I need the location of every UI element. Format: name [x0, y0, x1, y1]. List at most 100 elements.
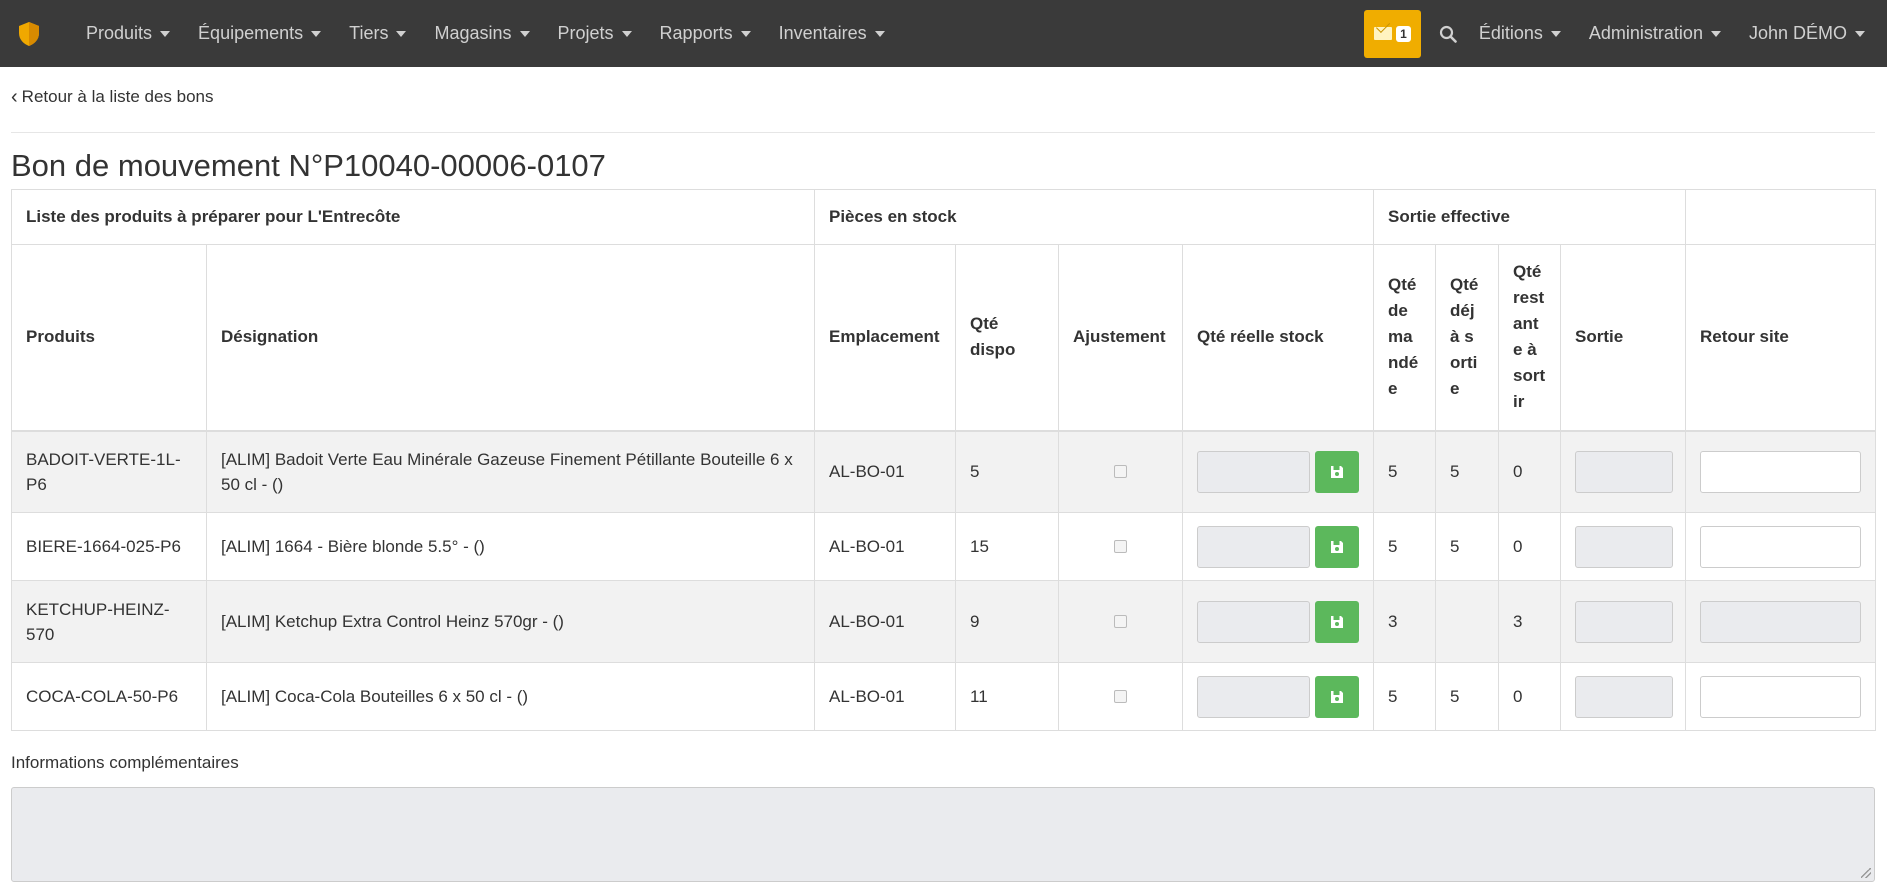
menu-administration[interactable]: Administration: [1575, 0, 1735, 67]
menu-label: Tiers: [349, 23, 389, 43]
menu-label: Administration: [1588, 23, 1703, 43]
retour-site-input[interactable]: [1700, 675, 1862, 718]
menu-editions[interactable]: Éditions: [1465, 0, 1575, 67]
cell-ajustement: [1058, 580, 1183, 663]
save-button[interactable]: [1314, 450, 1360, 493]
table-row: COCA-COLA-50-P6 [ALIM] Coca-Cola Bouteil…: [11, 662, 1877, 731]
cell-ajustement: [1058, 662, 1183, 731]
retour-site-input[interactable]: [1700, 450, 1862, 493]
menu-magasins[interactable]: Magasins: [420, 0, 543, 67]
col-qte-reelle-stock: Qté réelle stock: [1181, 244, 1375, 432]
info-label: Informations complémentaires: [11, 753, 239, 772]
save-button[interactable]: [1314, 675, 1360, 718]
floppy-disk-icon: [1330, 465, 1343, 478]
caret-down-icon: [519, 30, 530, 37]
ajustement-checkbox[interactable]: [1114, 615, 1127, 628]
floppy-disk-icon: [1330, 615, 1343, 628]
menu-projets[interactable]: Projets: [544, 0, 646, 67]
caret-down-icon: [740, 30, 751, 37]
notifications-button[interactable]: 1: [1364, 9, 1421, 58]
menu-equipements[interactable]: Équipements: [184, 0, 335, 67]
search-icon[interactable]: [1435, 25, 1465, 43]
group-header-products: Liste des produits à préparer pour L'Ent…: [11, 189, 815, 245]
cell-designation: [ALIM] Badoit Verte Eau Minérale Gazeuse…: [206, 430, 815, 513]
cell-qte-restante: 0: [1498, 662, 1562, 731]
app-logo-shield-icon[interactable]: [14, 19, 44, 49]
main-menu: Produits Équipements Tiers Magasins Proj…: [72, 0, 899, 67]
retour-site-input[interactable]: [1700, 600, 1862, 643]
menu-rapports[interactable]: Rapports: [646, 0, 765, 67]
cell-sortie: [1560, 512, 1687, 581]
menu-produits[interactable]: Produits: [72, 0, 184, 67]
group-header-extra: [1685, 189, 1877, 245]
notification-badge: 1: [1396, 25, 1411, 42]
cell-qte-demandee: 3: [1373, 580, 1437, 663]
cell-qte-restante: 3: [1498, 580, 1562, 663]
cell-designation: [ALIM] Coca-Cola Bouteilles 6 x 50 cl - …: [206, 662, 815, 731]
sortie-input[interactable]: [1575, 600, 1674, 643]
caret-down-icon: [874, 30, 885, 37]
menu-label: Produits: [86, 23, 153, 43]
retour-site-input[interactable]: [1700, 525, 1862, 568]
cell-sortie: [1560, 580, 1687, 663]
back-link-label: Retour à la liste des bons: [21, 87, 214, 106]
col-designation: Désignation: [206, 244, 815, 432]
menu-user[interactable]: John DÉMO: [1735, 0, 1887, 67]
page-title: Bon de mouvement N°P10040-00006-0107: [11, 148, 606, 183]
cell-produit: KETCHUP-HEINZ-570: [11, 580, 207, 663]
cell-emplacement: AL-BO-01: [814, 512, 956, 581]
cell-retour-site: [1685, 430, 1877, 513]
sortie-input[interactable]: [1575, 675, 1674, 718]
qte-reelle-input[interactable]: [1197, 675, 1310, 718]
cell-qte-deja-sortie: 5: [1435, 430, 1500, 513]
qte-reelle-input[interactable]: [1197, 600, 1310, 643]
menu-label: Inventaires: [778, 23, 867, 43]
chevron-left-icon: ‹: [11, 86, 18, 108]
ajustement-checkbox[interactable]: [1114, 465, 1127, 479]
ajustement-checkbox[interactable]: [1114, 540, 1127, 553]
save-button[interactable]: [1314, 525, 1360, 568]
cell-qte-restante: 0: [1498, 512, 1562, 581]
menu-label: Rapports: [659, 23, 733, 43]
cell-designation: [ALIM] 1664 - Bière blonde 5.5° - (): [206, 512, 815, 581]
info-textarea[interactable]: [11, 787, 1875, 882]
group-header-exit: Sortie effective: [1373, 189, 1687, 245]
products-table: Liste des produits à préparer pour L'Ent…: [11, 189, 1877, 731]
sortie-input[interactable]: [1575, 525, 1674, 568]
qte-reelle-input[interactable]: [1197, 525, 1310, 568]
menu-inventaires[interactable]: Inventaires: [765, 0, 899, 67]
top-navbar: Produits Équipements Tiers Magasins Proj…: [0, 0, 1887, 67]
cell-qte-deja-sortie: 5: [1435, 512, 1500, 581]
caret-down-icon: [160, 30, 171, 37]
save-button[interactable]: [1314, 600, 1360, 643]
back-to-list-link[interactable]: ‹ Retour à la liste des bons: [11, 67, 1875, 127]
sortie-input[interactable]: [1575, 450, 1674, 493]
cell-qte-reelle: [1181, 580, 1375, 663]
caret-down-icon: [311, 30, 322, 37]
cell-qte-deja-sortie: 5: [1435, 662, 1500, 731]
col-qte-dispo: Qté dispo: [955, 244, 1059, 432]
table-row: BIERE-1664-025-P6 [ALIM] 1664 - Bière bl…: [11, 512, 1877, 581]
col-sortie: Sortie: [1560, 244, 1687, 432]
menu-tiers[interactable]: Tiers: [335, 0, 420, 67]
col-retour-site: Retour site: [1685, 244, 1877, 432]
main-content: ‹ Retour à la liste des bons Bon de mouv…: [0, 67, 1887, 882]
caret-down-icon: [1550, 30, 1561, 37]
ajustement-checkbox[interactable]: [1114, 690, 1127, 703]
cell-qte-dispo: 15: [955, 512, 1059, 581]
cell-emplacement: AL-BO-01: [814, 662, 956, 731]
caret-down-icon: [621, 30, 632, 37]
cell-sortie: [1560, 662, 1687, 731]
menu-label: Éditions: [1478, 23, 1543, 43]
table-row: BADOIT-VERTE-1L-P6 [ALIM] Badoit Verte E…: [11, 430, 1877, 513]
cell-retour-site: [1685, 580, 1877, 663]
col-produits: Produits: [11, 244, 207, 432]
cell-qte-demandee: 5: [1373, 430, 1437, 513]
caret-down-icon: [396, 30, 407, 37]
cell-qte-demandee: 5: [1373, 512, 1437, 581]
qte-reelle-input[interactable]: [1197, 450, 1310, 493]
col-qte-deja-sortie: Qté déjà sortie: [1435, 244, 1500, 432]
resize-grip-icon[interactable]: [1861, 868, 1871, 878]
group-header-stock: Pièces en stock: [813, 189, 1375, 245]
cell-produit: COCA-COLA-50-P6: [11, 662, 207, 731]
